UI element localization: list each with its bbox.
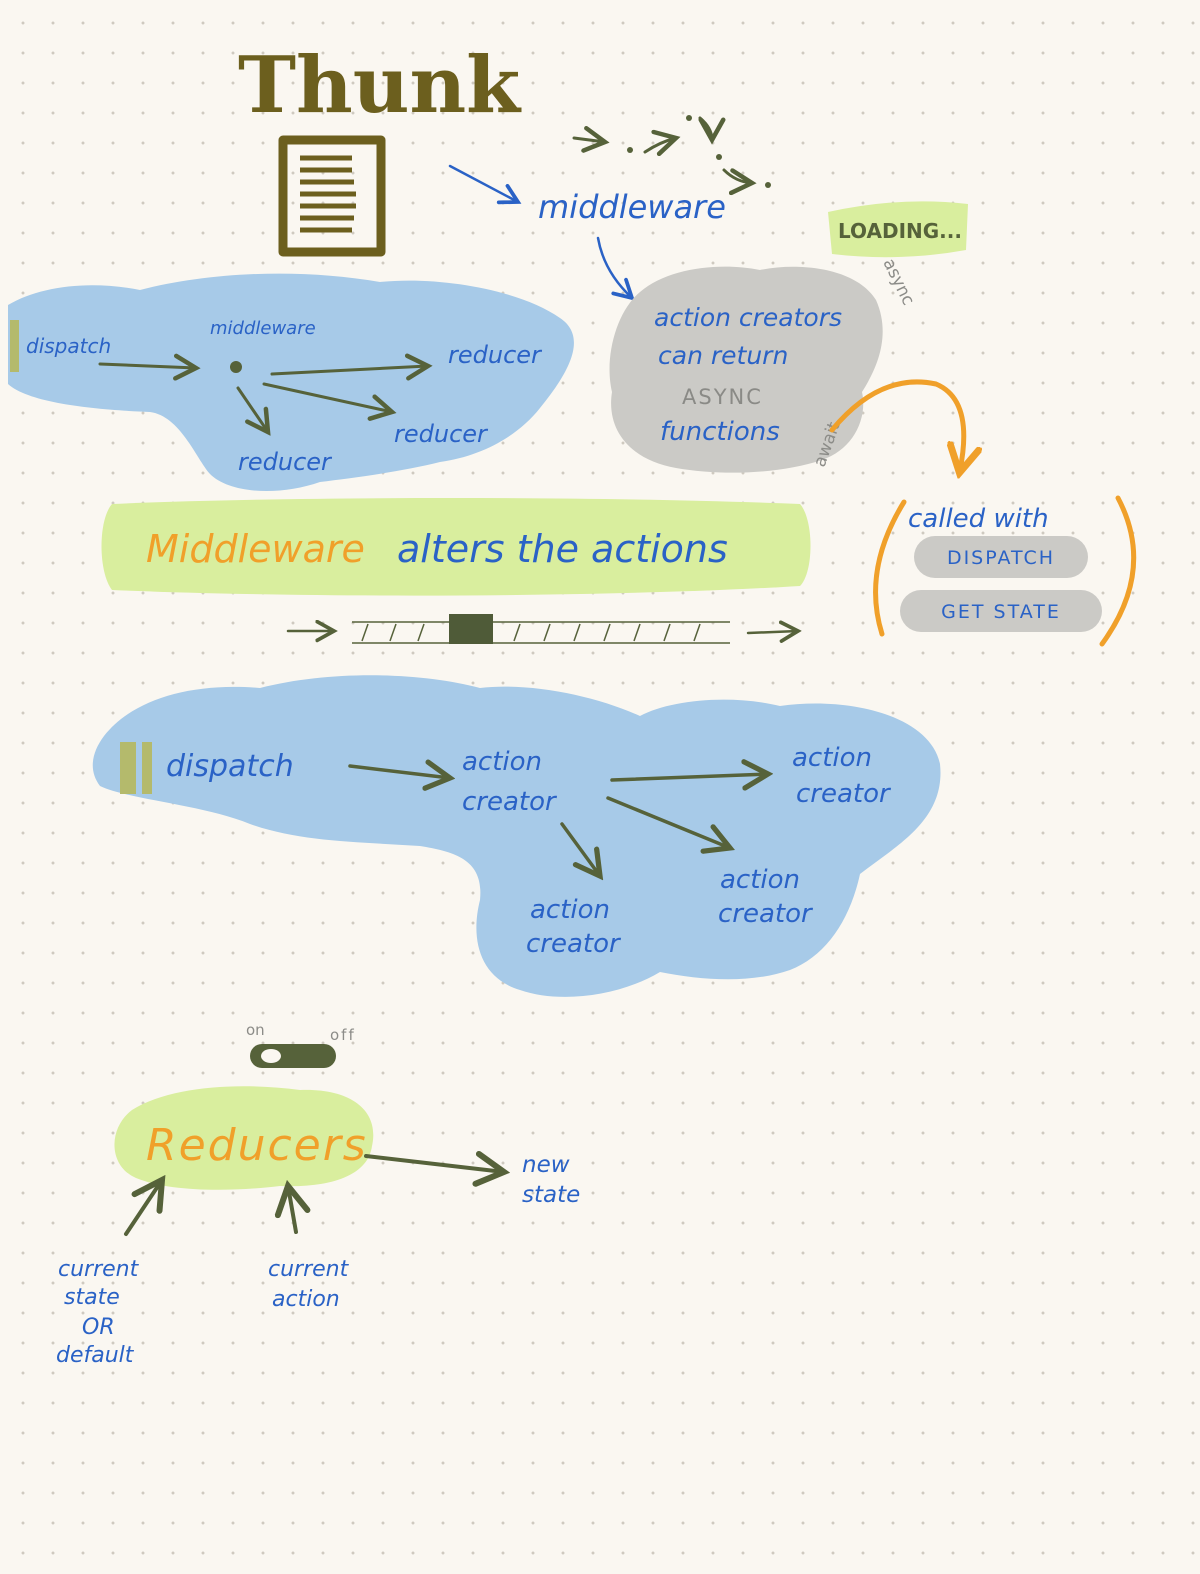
async-note: async [879,255,919,308]
current-action-2: action [272,1287,340,1312]
reducers-title: Reducers [146,1120,368,1171]
flow2-dispatch: dispatch [166,749,294,784]
conveyor-strip [286,614,798,644]
flow2-ac-right-1: action [792,743,872,773]
new-state-1: new [522,1152,570,1178]
loading-label: LOADING... [838,219,962,243]
current-state-4: default [56,1343,135,1368]
flow2-ac-mid-2: creator [718,899,814,929]
toggle-knob [261,1049,281,1063]
get-state-pill-label: GET STATE [941,601,1061,623]
dispatch-pill-label: DISPATCH [947,547,1055,569]
banner-rest: alters the actions [397,527,728,571]
squiggle-path-icon [572,115,771,188]
flow1-reducer-bottom: reducer [238,448,333,476]
title: Thunk [238,40,522,131]
toggle-off-label: off [330,1026,356,1044]
flow1-middleware: middleware [210,318,316,339]
toggle-on-label: on [246,1021,265,1039]
current-state-1: current [58,1257,140,1282]
flow1-dispatch: dispatch [26,334,111,358]
middleware-to-async-arrow [596,236,632,298]
current-action-1: current [268,1257,350,1282]
called-with-group: called with DISPATCH GET STATE [873,495,1137,647]
flow1-middleware-node [230,361,242,373]
flow2-ac-bottom-2: creator [526,929,622,959]
called-with-label: called with [908,504,1049,534]
flow2-dispatch-marker [120,742,136,794]
async-box-line2: can return [658,341,788,370]
async-box-line1: action creators [654,303,842,332]
flow2-ac-right-2: creator [796,779,892,809]
sketchnote-canvas: Thunk middleware LOADING... async action… [8,40,1137,1368]
banner-text: Middleware alters the actions [146,527,728,571]
current-state-3: OR [82,1315,115,1340]
current-action-arrow [288,1186,296,1234]
flow2-dispatch-marker-2 [142,742,152,794]
reducers-to-new-state-arrow [364,1156,504,1172]
banner-word1: Middleware [146,527,365,571]
top-middleware-label: middleware [538,188,726,226]
flow1-reducer-mid: reducer [394,420,489,448]
current-state-2: state [64,1285,120,1310]
flow1-dispatch-marker [10,320,19,372]
document-icon [278,135,386,257]
flow2-ac-mid-1: action [720,865,800,895]
flow2-ac-main-2: creator [462,787,558,817]
current-state-arrow [124,1180,162,1236]
flow2-ac-main-1: action [462,747,542,777]
flow1-reducer-right: reducer [448,341,543,369]
doc-to-middleware-arrow [448,164,518,202]
toggle-switch: on off [246,1021,356,1068]
async-box-line3: ASYNC [682,385,763,409]
async-box-line4: functions [660,417,780,447]
flow2-ac-bottom-1: action [530,895,610,925]
new-state-2: state [522,1182,580,1208]
flow2-blob [92,675,941,997]
